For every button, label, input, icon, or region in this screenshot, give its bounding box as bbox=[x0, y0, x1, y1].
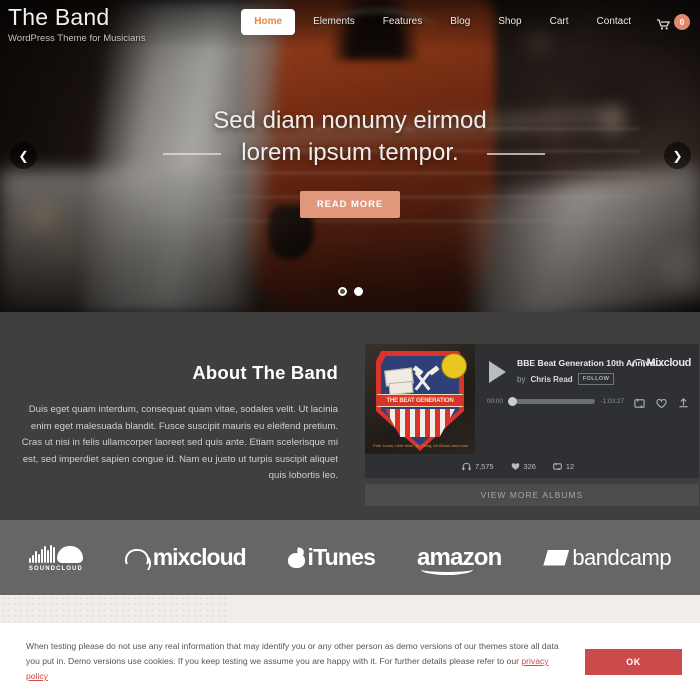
stat-plays-value: 7,575 bbox=[475, 461, 494, 471]
site-header: The Band WordPress Theme for Musicians H… bbox=[0, 0, 700, 48]
about-text-column: About The Band Duis eget quam interdum, … bbox=[0, 344, 350, 520]
slider-prev-button[interactable]: ❮ bbox=[10, 142, 37, 169]
player-progress-row: 00:00 -1:03:27 bbox=[487, 396, 689, 409]
stat-reposts-value: 12 bbox=[565, 461, 575, 471]
track-artist-row: by Chris Read FOLLOW bbox=[517, 373, 662, 385]
album-footer-text: Pete Jones, Little Mike, Mr Thing, Mr Br… bbox=[373, 443, 469, 448]
bandcamp-mark-icon bbox=[543, 549, 570, 566]
cart-count-badge: 0 bbox=[674, 14, 690, 30]
slide-title-line2: lorem ipsum tempor. bbox=[241, 138, 459, 166]
headphones-icon bbox=[462, 462, 471, 470]
nav-item-elements[interactable]: Elements bbox=[299, 15, 369, 29]
mixcloud-cloud-icon bbox=[124, 549, 151, 570]
repost-icon bbox=[553, 462, 562, 470]
site-tagline: WordPress Theme for Musicians bbox=[8, 33, 146, 44]
itunes-logo[interactable]: iTunes bbox=[287, 544, 376, 571]
stat-favorites-value: 326 bbox=[523, 461, 536, 471]
artist-name: Chris Read bbox=[530, 374, 573, 384]
play-icon[interactable] bbox=[489, 361, 506, 383]
anniversary-seal-icon bbox=[441, 353, 467, 379]
player-stats-row: 7,575 326 12 bbox=[365, 454, 699, 478]
nav-item-features[interactable]: Features bbox=[369, 15, 436, 29]
view-more-albums-button[interactable]: VIEW MORE ALBUMS bbox=[365, 484, 699, 506]
nav-item-contact[interactable]: Contact bbox=[583, 15, 645, 29]
stat-plays: 7,575 bbox=[462, 462, 494, 471]
chevron-right-icon: ❯ bbox=[672, 148, 683, 163]
mixcloud-player[interactable]: THE BEAT GENERATION Pete Jones, Little M… bbox=[365, 344, 699, 454]
site-title: The Band bbox=[8, 4, 110, 30]
slider-next-button[interactable]: ❯ bbox=[664, 142, 691, 169]
cookie-consent-bar: When testing please do not use any real … bbox=[0, 622, 700, 700]
apple-icon bbox=[287, 546, 305, 568]
stat-reposts: 12 bbox=[553, 462, 574, 471]
stat-favorites: 326 bbox=[511, 462, 536, 471]
mixcloud-label: Mixcloud bbox=[646, 357, 692, 369]
read-more-button[interactable]: READ MORE bbox=[299, 190, 401, 218]
soundcloud-wordmark: SOUNDCLOUD bbox=[28, 566, 83, 572]
chevron-left-icon: ❮ bbox=[18, 148, 29, 163]
amazon-logo[interactable]: amazon bbox=[417, 544, 502, 575]
mixcloud-brand: Mixcloud bbox=[631, 357, 692, 369]
time-remaining: -1:03:27 bbox=[600, 398, 624, 405]
follow-button[interactable]: FOLLOW bbox=[577, 373, 615, 385]
nav-item-home[interactable]: Home bbox=[241, 9, 296, 35]
player-body: BBE Beat Generation 10th Annive... by Ch… bbox=[475, 344, 699, 454]
about-heading: About The Band bbox=[192, 362, 338, 383]
share-upload-icon[interactable] bbox=[678, 396, 689, 408]
amazon-smile-icon bbox=[420, 564, 473, 575]
repost-icon[interactable] bbox=[634, 396, 645, 409]
nav-item-cart[interactable]: Cart bbox=[536, 15, 583, 29]
cookie-message: When testing please do not use any real … bbox=[26, 639, 571, 684]
slider-pagination bbox=[0, 287, 700, 296]
slider-dot-2[interactable] bbox=[353, 287, 363, 296]
nav-item-blog[interactable]: Blog bbox=[436, 15, 484, 29]
album-cover-art: THE BEAT GENERATION Pete Jones, Little M… bbox=[365, 344, 475, 454]
hero-slider: The Band WordPress Theme for Musicians H… bbox=[0, 0, 700, 312]
about-paragraph: Duis eget quam interdum, consequat quam … bbox=[21, 404, 338, 481]
nav-item-shop[interactable]: Shop bbox=[484, 15, 535, 29]
slide-title-line1: Sed diam nonumy eirmod bbox=[213, 106, 487, 134]
about-section: About The Band Duis eget quam interdum, … bbox=[0, 312, 700, 520]
mixcloud-cloud-icon bbox=[631, 358, 645, 368]
time-elapsed: 00:00 bbox=[487, 398, 503, 405]
mixcloud-wordmark: mixcloud bbox=[152, 544, 247, 570]
itunes-wordmark: iTunes bbox=[307, 544, 376, 570]
brand[interactable]: The Band WordPress Theme for Musicians bbox=[0, 0, 145, 45]
mixcloud-logo[interactable]: mixcloud bbox=[124, 544, 247, 571]
cart-widget[interactable]: 0 bbox=[657, 14, 690, 30]
cookie-message-text: When testing please do not use any real … bbox=[26, 641, 559, 666]
player-action-icons bbox=[634, 396, 689, 409]
heart-filled-icon bbox=[511, 462, 519, 470]
by-label: by bbox=[517, 374, 526, 384]
slider-dot-1[interactable] bbox=[337, 287, 347, 296]
bandcamp-logo[interactable]: bandcamp bbox=[543, 544, 672, 571]
bandcamp-wordmark: bandcamp bbox=[572, 544, 672, 570]
main-navigation: Home Elements Features Blog Shop Cart Co… bbox=[241, 0, 700, 35]
soundcloud-logo[interactable]: SOUNDCLOUD bbox=[28, 543, 83, 572]
about-player-column: THE BEAT GENERATION Pete Jones, Little M… bbox=[350, 344, 700, 520]
album-banner-text: THE BEAT GENERATION bbox=[377, 394, 463, 407]
page-root: The Band WordPress Theme for Musicians H… bbox=[0, 0, 700, 700]
partner-logos-strip: SOUNDCLOUD mixcloud iTunes amazon bbox=[0, 520, 700, 595]
shopping-cart-icon bbox=[657, 17, 671, 29]
progress-bar[interactable] bbox=[508, 397, 595, 406]
heart-icon[interactable] bbox=[656, 396, 667, 409]
cookie-ok-button[interactable]: OK bbox=[585, 648, 682, 675]
slide-title: Sed diam nonumy eirmod lorem ipsum tempo… bbox=[213, 105, 486, 169]
progress-knob[interactable] bbox=[508, 397, 517, 406]
